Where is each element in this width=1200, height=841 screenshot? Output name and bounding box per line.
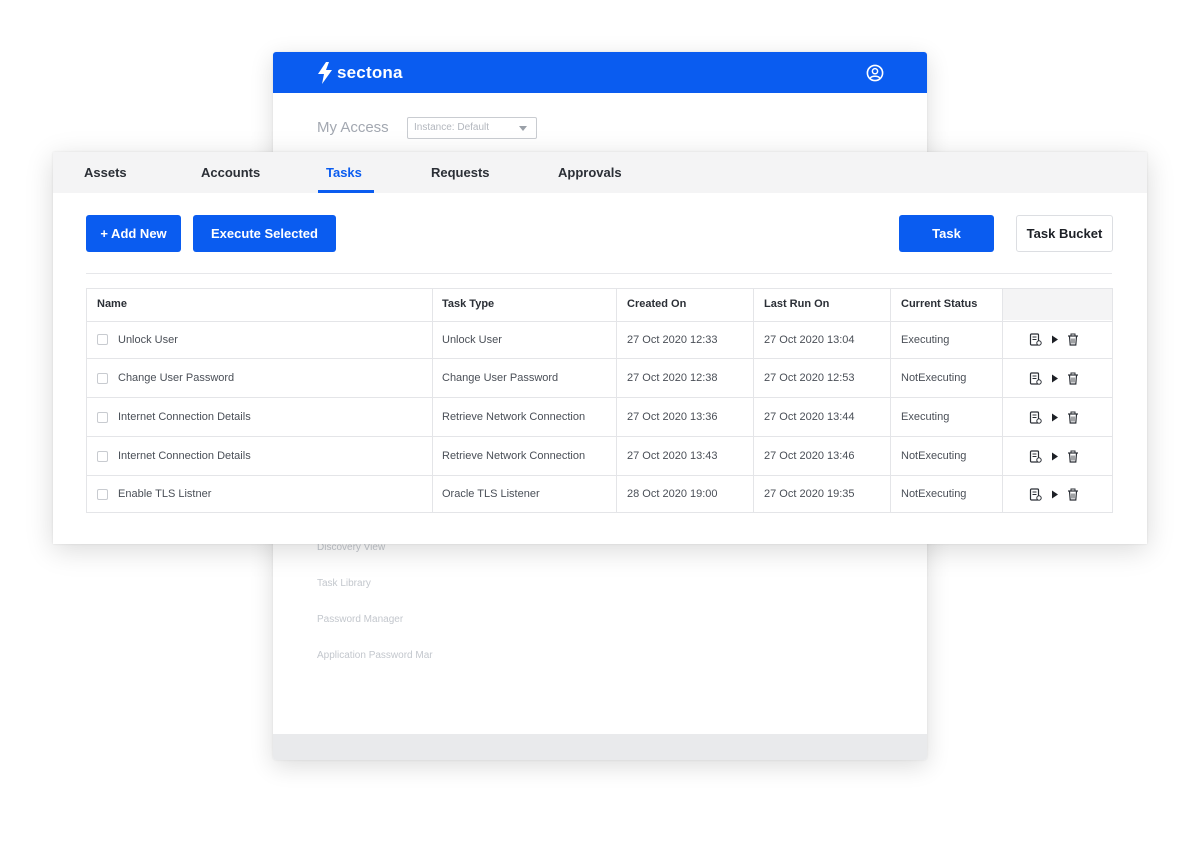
cell-last-run-on: 27 Oct 2020 12:53 (764, 372, 855, 384)
trash-icon[interactable] (1067, 411, 1079, 424)
column-header-current-status[interactable]: Current Status (891, 289, 1003, 320)
play-icon[interactable] (1050, 488, 1059, 501)
table-row[interactable]: Internet Connection Details Retrieve Net… (87, 398, 1112, 437)
app-header: sectona (273, 52, 927, 93)
cell-status: NotExecuting (901, 450, 967, 462)
edit-document-icon[interactable] (1029, 333, 1042, 346)
brand-name: sectona (337, 63, 403, 82)
tab-approvals[interactable]: Approvals (558, 152, 622, 193)
cell-last-run-on: 27 Oct 2020 19:35 (764, 488, 855, 500)
tab-bar: Assets Accounts Tasks Requests Approvals (53, 152, 1147, 193)
menu-item-password-manager[interactable]: Password Manager (317, 614, 403, 625)
instance-select[interactable]: Instance: Default (407, 117, 537, 139)
task-name: Enable TLS Listner (118, 488, 212, 500)
cell-task-type: Retrieve Network Connection (442, 450, 586, 462)
cell-task-type: Retrieve Network Connection (442, 411, 586, 423)
play-icon[interactable] (1050, 411, 1059, 424)
task-name: Internet Connection Details (118, 411, 251, 423)
row-checkbox[interactable] (97, 334, 108, 345)
tab-tasks[interactable]: Tasks (326, 152, 362, 193)
task-name: Change User Password (118, 372, 235, 384)
task-name: Unlock User (118, 333, 178, 346)
back-footer (273, 734, 927, 760)
trash-icon[interactable] (1067, 450, 1079, 463)
table-row[interactable]: Enable TLS Listner Oracle TLS Listener 2… (87, 476, 1112, 512)
cell-name: Unlock User (87, 321, 432, 358)
row-actions (1029, 476, 1087, 512)
cell-created-on: 27 Oct 2020 12:38 (627, 372, 718, 384)
table-header: Name Task Type Created On Last Run On Cu… (87, 289, 1112, 322)
trash-icon[interactable] (1067, 488, 1079, 501)
row-checkbox[interactable] (97, 488, 108, 500)
play-icon[interactable] (1050, 333, 1059, 346)
cell-status: Executing (901, 411, 950, 423)
cell-name: Internet Connection Details (87, 398, 432, 436)
task-bucket-button[interactable]: Task Bucket (1016, 215, 1113, 252)
tasks-table: Name Task Type Created On Last Run On Cu… (86, 288, 1113, 513)
table-row[interactable]: Change User Password Change User Passwor… (87, 359, 1112, 398)
add-new-button[interactable]: + Add New (86, 215, 181, 252)
row-actions (1029, 321, 1087, 358)
lightning-bolt-icon (318, 62, 332, 84)
menu-item-application-password-manager[interactable]: Application Password Mar (317, 650, 433, 661)
cell-last-run-on: 27 Oct 2020 13:46 (764, 450, 855, 462)
column-header-name[interactable]: Name (87, 289, 432, 320)
cell-name: Change User Password (87, 359, 432, 397)
tab-requests[interactable]: Requests (431, 152, 490, 193)
row-actions (1029, 437, 1087, 475)
cell-name: Internet Connection Details (87, 437, 432, 475)
tasks-panel: Assets Accounts Tasks Requests Approvals… (53, 152, 1147, 544)
row-actions (1029, 359, 1087, 397)
column-header-task-type[interactable]: Task Type (432, 289, 616, 320)
edit-document-icon[interactable] (1029, 410, 1042, 424)
trash-icon[interactable] (1067, 333, 1079, 346)
cell-last-run-on: 27 Oct 2020 13:44 (764, 411, 855, 423)
row-actions (1029, 398, 1087, 436)
edit-document-icon[interactable] (1029, 487, 1042, 501)
cell-task-type: Oracle TLS Listener (442, 488, 540, 500)
edit-document-icon[interactable] (1029, 371, 1042, 385)
cell-created-on: 28 Oct 2020 19:00 (627, 488, 718, 500)
task-button[interactable]: Task (899, 215, 994, 252)
cell-status: Executing (901, 333, 950, 346)
user-circle-icon[interactable] (866, 64, 884, 82)
play-icon[interactable] (1050, 372, 1059, 385)
cell-name: Enable TLS Listner (87, 476, 432, 512)
cell-task-type: Unlock User (442, 333, 502, 346)
column-header-last-run-on[interactable]: Last Run On (754, 289, 891, 320)
row-checkbox[interactable] (97, 411, 108, 423)
page-title: My Access (317, 119, 389, 136)
trash-icon[interactable] (1067, 372, 1079, 385)
brand-logo[interactable]: sectona (317, 61, 403, 85)
tab-assets[interactable]: Assets (84, 152, 127, 193)
row-checkbox[interactable] (97, 450, 108, 462)
task-name: Internet Connection Details (118, 450, 251, 462)
cell-task-type: Change User Password (442, 372, 559, 384)
cell-status: NotExecuting (901, 488, 967, 500)
table-row[interactable]: Internet Connection Details Retrieve Net… (87, 437, 1112, 476)
column-header-actions (1003, 289, 1112, 320)
play-icon[interactable] (1050, 450, 1059, 463)
cell-created-on: 27 Oct 2020 12:33 (627, 333, 718, 346)
tab-accounts[interactable]: Accounts (201, 152, 260, 193)
column-header-created-on[interactable]: Created On (617, 289, 754, 320)
table-row[interactable]: Unlock User Unlock User 27 Oct 2020 12:3… (87, 321, 1112, 359)
instance-select-value: Instance: Default (414, 122, 490, 133)
cell-last-run-on: 27 Oct 2020 13:04 (764, 333, 855, 346)
row-checkbox[interactable] (97, 372, 108, 384)
cell-created-on: 27 Oct 2020 13:36 (627, 411, 718, 423)
edit-document-icon[interactable] (1029, 449, 1042, 463)
divider (86, 273, 1112, 274)
active-tab-indicator (318, 190, 374, 193)
cell-status: NotExecuting (901, 372, 967, 384)
chevron-down-icon (519, 126, 527, 131)
execute-selected-button[interactable]: Execute Selected (193, 215, 336, 252)
menu-item-task-library[interactable]: Task Library (317, 578, 371, 589)
cell-created-on: 27 Oct 2020 13:43 (627, 450, 718, 462)
